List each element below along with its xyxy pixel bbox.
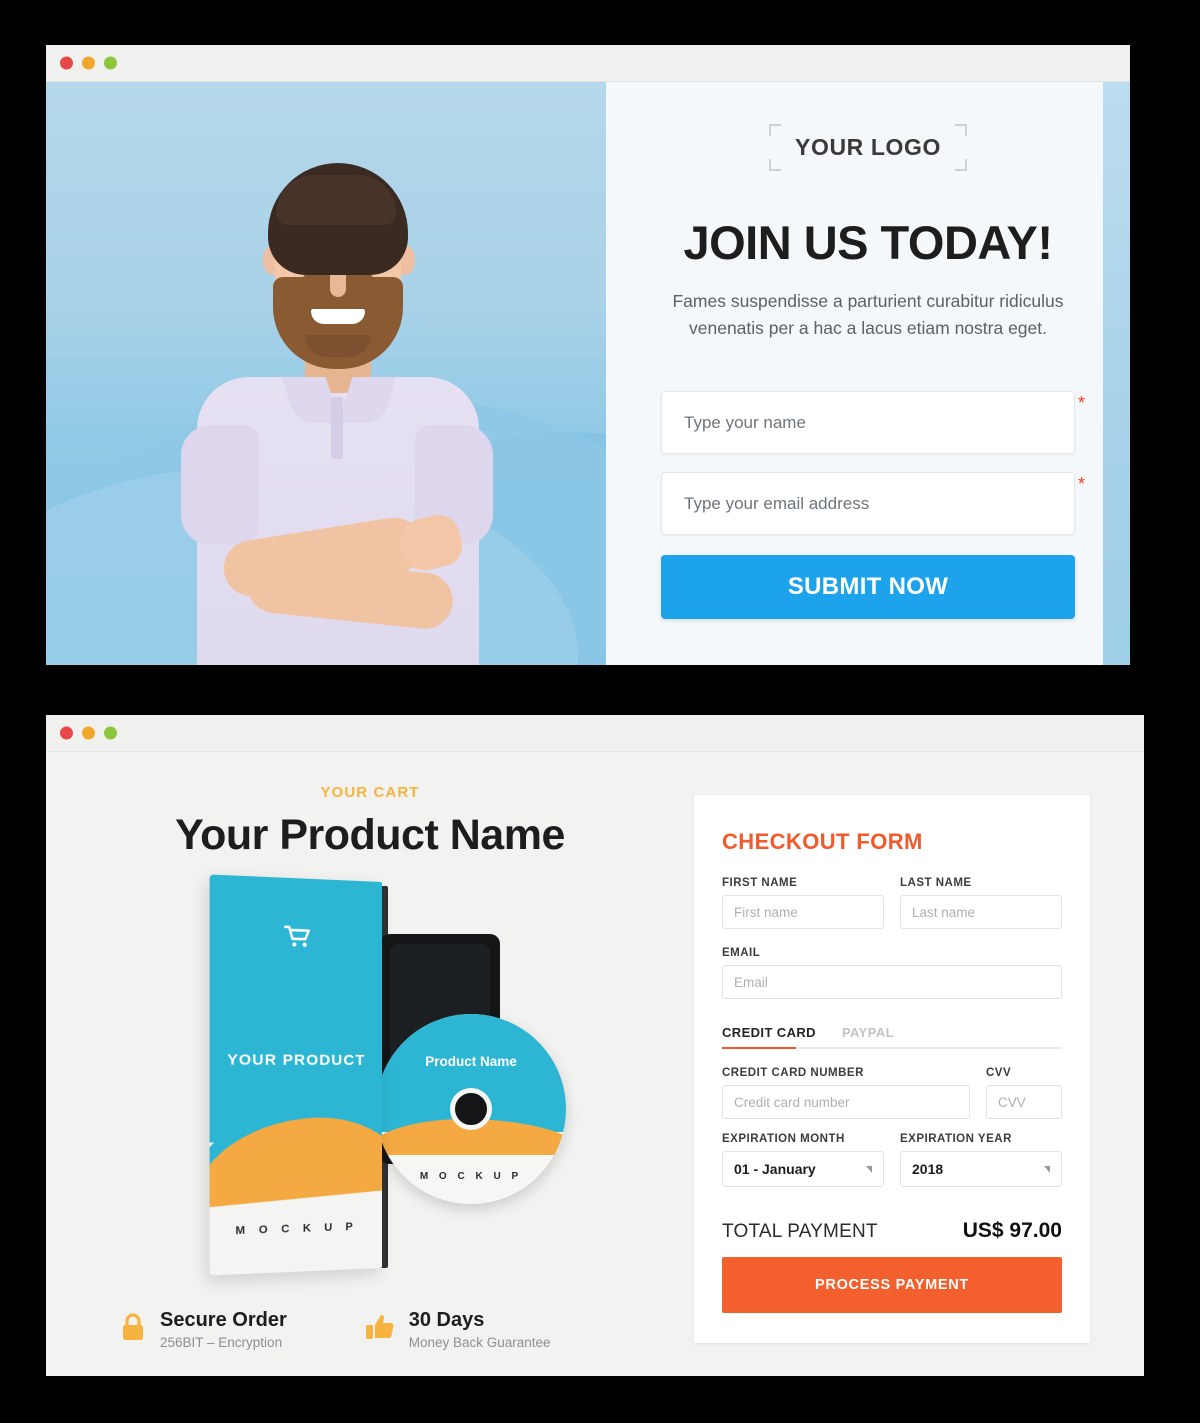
close-window-icon[interactable] [60, 726, 73, 740]
first-name-label: FIRST NAME [722, 877, 798, 889]
logo-text: YOUR LOGO [795, 134, 941, 160]
payment-method-tabs: CREDIT CARD PAYPAL [722, 1025, 1062, 1049]
disc-footer-label: M O C K U P [419, 1171, 523, 1182]
cart-eyebrow: YOUR CART [320, 784, 420, 801]
shopping-cart-icon [284, 925, 311, 953]
optin-form: Type your name * Type your email address… [661, 391, 1085, 620]
maximize-window-icon[interactable] [104, 56, 117, 70]
browser-window-landing: YOUR LOGO JOIN US TODAY! Fames suspendis… [46, 45, 1130, 665]
page-right-edge-strip [1103, 82, 1130, 665]
window-titlebar [46, 715, 1144, 752]
page-title: JOIN US TODAY! [683, 216, 1053, 269]
total-payment-value: US$ 97.00 [962, 1219, 1062, 1242]
name-row: FIRST NAME First name LAST NAME Last nam… [722, 877, 1062, 929]
tab-paypal[interactable]: PAYPAL [842, 1025, 894, 1040]
last-name-label: LAST NAME [900, 877, 972, 889]
cvv-label: CVV [986, 1067, 1012, 1079]
email-field-row: Type your email address * [661, 472, 1085, 536]
badge-money-back: 30 Days Money Back Guarantee [365, 1309, 551, 1350]
box-front-label: YOUR PRODUCT [227, 1051, 366, 1069]
expiration-month-value: 01 - January [734, 1161, 816, 1177]
disc-graphic: Product Name M O C K U P [376, 1014, 566, 1204]
box-front-cover: YOUR PRODUCT M O C K U P [209, 874, 382, 1276]
chevron-down-icon [1044, 1165, 1050, 1173]
total-payment-label: TOTAL PAYMENT [722, 1221, 878, 1242]
badge-subtitle: Money Back Guarantee [408, 1335, 551, 1350]
landing-page-viewport: YOUR LOGO JOIN US TODAY! Fames suspendis… [46, 82, 1130, 665]
card-number-row: CREDIT CARD NUMBER Credit card number CV… [722, 1067, 1062, 1119]
person-photo [137, 125, 537, 665]
expiration-year-select[interactable]: 2018 [900, 1151, 1062, 1187]
expiration-year-label: EXPIRATION YEAR [900, 1133, 1012, 1145]
checkout-form-card: CHECKOUT FORM FIRST NAME First name LAST… [694, 795, 1090, 1343]
cart-summary-column: YOUR CART Your Product Name Product Name… [46, 752, 694, 1376]
disc-label: Product Name [425, 1054, 517, 1069]
checkout-page-viewport: YOUR CART Your Product Name Product Name… [46, 752, 1144, 1376]
close-window-icon[interactable] [60, 56, 73, 70]
disc-hole [450, 1088, 492, 1130]
checkout-form-title: CHECKOUT FORM [722, 829, 923, 854]
hero-photo [46, 82, 606, 665]
email-input[interactable]: Type your email address [661, 472, 1075, 536]
submit-now-button[interactable]: SUBMIT NOW [661, 555, 1075, 620]
expiration-row: EXPIRATION MONTH 01 - January EXPIRATION… [722, 1133, 1062, 1187]
tab-active-indicator [722, 1046, 796, 1049]
email-input[interactable]: Email [722, 965, 1062, 999]
product-mockup-image: Product Name M O C K U P YOUR PRODUCT M … [180, 874, 566, 1282]
bracket-bottom-left-icon [769, 159, 782, 171]
badge-secure-order: Secure Order 256BIT – Encryption [120, 1309, 287, 1350]
name-required-marker: * [1077, 393, 1085, 414]
browser-window-checkout: YOUR CART Your Product Name Product Name… [46, 715, 1144, 1376]
minimize-window-icon[interactable] [82, 726, 95, 740]
name-field-row: Type your name * [661, 391, 1085, 455]
expiration-month-label: EXPIRATION MONTH [722, 1133, 845, 1145]
thumbs-up-icon [365, 1312, 395, 1347]
bracket-top-left-icon [769, 124, 782, 136]
window-titlebar [46, 45, 1130, 82]
badge-title: 30 Days [408, 1309, 485, 1331]
page-subtitle: Fames suspendisse a parturient curabitur… [672, 291, 1064, 338]
first-name-input[interactable]: First name [722, 895, 884, 929]
process-payment-button[interactable]: PROCESS PAYMENT [722, 1257, 1062, 1313]
name-input[interactable]: Type your name [661, 391, 1075, 455]
trust-badges: Secure Order 256BIT – Encryption 30 Days… [120, 1309, 551, 1350]
email-required-marker: * [1077, 474, 1085, 495]
badge-subtitle: 256BIT – Encryption [160, 1335, 283, 1350]
email-label: EMAIL [722, 947, 761, 959]
box-front-footer-label: M O C K U P [235, 1220, 358, 1238]
traffic-lights [60, 726, 117, 740]
badge-title: Secure Order [160, 1309, 287, 1331]
email-row: EMAIL Email [722, 947, 1062, 999]
bracket-bottom-right-icon [954, 159, 967, 171]
minimize-window-icon[interactable] [82, 56, 95, 70]
cvv-input[interactable]: CVV [986, 1085, 1062, 1119]
card-number-input[interactable]: Credit card number [722, 1085, 970, 1119]
lock-icon [120, 1312, 146, 1347]
last-name-input[interactable]: Last name [900, 895, 1062, 929]
product-title: Your Product Name [175, 811, 565, 859]
card-number-label: CREDIT CARD NUMBER [722, 1067, 864, 1079]
expiration-year-value: 2018 [912, 1161, 944, 1177]
traffic-lights [60, 56, 117, 70]
total-payment-row: TOTAL PAYMENT US$ 97.00 [722, 1219, 1062, 1243]
tab-credit-card[interactable]: CREDIT CARD [722, 1025, 816, 1040]
expiration-month-select[interactable]: 01 - January [722, 1151, 884, 1187]
maximize-window-icon[interactable] [104, 726, 117, 740]
bracket-top-right-icon [954, 124, 967, 136]
logo-placeholder: YOUR LOGO [769, 124, 967, 171]
chevron-down-icon [866, 1165, 872, 1173]
optin-panel: YOUR LOGO JOIN US TODAY! Fames suspendis… [606, 82, 1130, 665]
